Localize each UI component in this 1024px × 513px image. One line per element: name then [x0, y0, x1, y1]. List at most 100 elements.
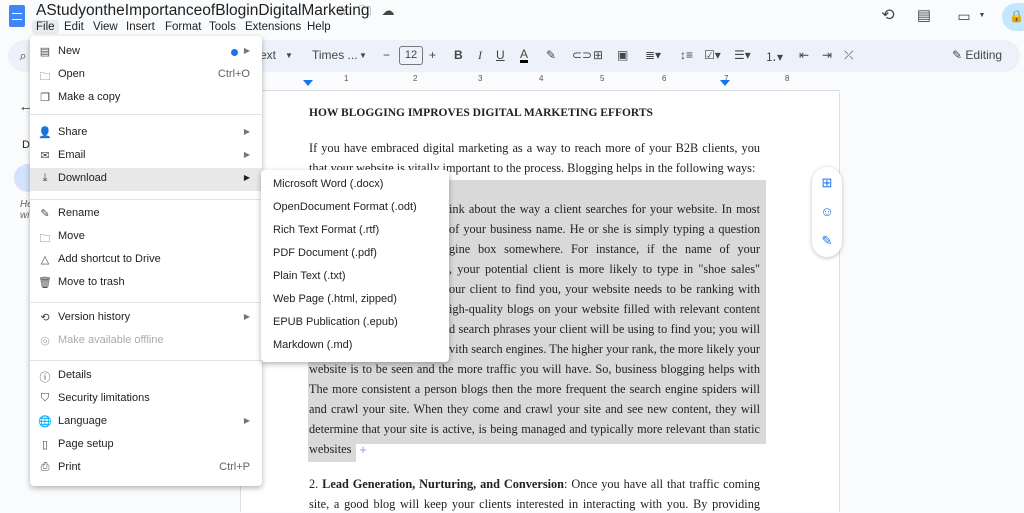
bold-icon[interactable]: B: [454, 48, 463, 62]
document-title[interactable]: AStudyontheImportanceofBloginDigitalMark…: [36, 2, 369, 20]
dropdown-arrow-icon[interactable]: ▼: [285, 51, 293, 60]
add-comment-icon[interactable]: ⊞: [819, 176, 835, 190]
submenu-arrow-icon: ▶: [243, 416, 250, 425]
menu-item-print[interactable]: ⎙ Print Ctrl+P: [30, 457, 262, 480]
chevron-down-icon[interactable]: ▼: [974, 9, 990, 23]
suggest-edits-icon[interactable]: ✎: [819, 234, 835, 248]
divider: [30, 302, 262, 303]
editing-mode-label: Editing: [965, 48, 1003, 62]
search-menus-icon[interactable]: ⌕: [15, 49, 31, 63]
align-icon[interactable]: ≣▾: [645, 48, 661, 62]
doc-line: If you have embraced digital marketing a…: [309, 141, 760, 157]
menu-label: Make a copy: [58, 91, 121, 103]
menu-view[interactable]: View: [89, 20, 122, 34]
download-md[interactable]: Markdown (.md): [273, 339, 352, 351]
divider: [30, 114, 262, 115]
meet-icon[interactable]: ▭: [956, 9, 972, 23]
download-html[interactable]: Web Page (.html, zipped): [273, 293, 397, 305]
menu-item-new[interactable]: ▤ New ▶: [30, 41, 262, 64]
menu-label: Language: [58, 415, 107, 427]
font-select[interactable]: Times ...: [312, 48, 358, 62]
font-size-input[interactable]: 12: [399, 46, 423, 65]
download-odt[interactable]: OpenDocument Format (.odt): [273, 201, 417, 213]
move-folder-icon: 🗀: [39, 233, 51, 245]
line-spacing-icon[interactable]: ↕≡: [680, 48, 693, 62]
menu-item-rename[interactable]: ✎ Rename: [30, 203, 262, 226]
doc-line: our client to find you, your website nee…: [449, 282, 760, 298]
menu-item-email[interactable]: ✉ Email ▶: [30, 145, 262, 168]
dropdown-arrow-icon[interactable]: ▼: [359, 51, 367, 60]
menu-file[interactable]: File: [32, 20, 59, 34]
download-epub[interactable]: EPUB Publication (.epub): [273, 316, 398, 328]
download-rtf[interactable]: Rich Text Format (.rtf): [273, 224, 379, 236]
ruler-mark: 3: [478, 74, 483, 83]
increase-font-size-button[interactable]: +: [429, 48, 436, 62]
menu-label: Security limitations: [58, 392, 150, 404]
menu-item-download[interactable]: ⤓ Download ▶: [30, 168, 262, 191]
italic-icon[interactable]: I: [478, 48, 482, 63]
move-folder-icon[interactable]: 🗀: [357, 4, 373, 18]
menu-label: Download: [58, 172, 107, 184]
download-txt[interactable]: Plain Text (.txt): [273, 270, 346, 282]
share-button[interactable]: 🔒: [1002, 3, 1024, 31]
style-select[interactable]: ext: [260, 48, 276, 62]
doc-line: site, a good blog will keep your clients…: [309, 497, 760, 513]
file-menu: ▤ New ▶ 🗀 Open Ctrl+O ❐ Make a copy 👤 Share ▶ ✉…: [30, 36, 262, 486]
comments-icon[interactable]: ▤: [916, 8, 932, 23]
menu-item-page-setup[interactable]: ▯ Page setup: [30, 434, 262, 457]
history-icon[interactable]: ⟲: [880, 8, 896, 24]
checklist-icon[interactable]: ☑▾: [704, 48, 721, 62]
menu-label: New: [58, 45, 81, 57]
decrease-font-size-button[interactable]: −: [383, 48, 390, 62]
doc-heading: HOW BLOGGING IMPROVES DIGITAL MARKETING …: [309, 107, 653, 119]
doc-line: websites: [309, 442, 352, 456]
menu-item-make-a-copy[interactable]: ❐ Make a copy: [30, 87, 262, 110]
menu-label: Share: [58, 126, 88, 138]
bullet-list-icon[interactable]: ☰▾: [734, 48, 751, 62]
rename-icon: ✎: [40, 208, 50, 220]
download-pdf[interactable]: PDF Document (.pdf): [273, 247, 377, 259]
menu-extensions[interactable]: Extensions: [241, 20, 305, 34]
menu-item-move[interactable]: 🗀 Move: [30, 226, 262, 249]
link-icon[interactable]: ⊂⊃: [572, 48, 592, 62]
menu-label: Add shortcut to Drive: [58, 253, 161, 265]
menu-item-details[interactable]: ⓘ Details: [30, 365, 262, 388]
submenu-arrow-icon: ▶: [243, 150, 250, 159]
menu-item-move-to-trash[interactable]: 🗑 Move to trash: [30, 272, 262, 295]
mail-icon: ✉: [40, 150, 50, 162]
download-docx[interactable]: Microsoft Word (.docx): [273, 178, 383, 190]
decrease-indent-icon[interactable]: ⇤: [799, 48, 809, 62]
plus-icon[interactable]: +: [355, 443, 371, 457]
highlight-icon[interactable]: ✎: [546, 48, 556, 62]
history-icon: ⟲: [40, 312, 50, 324]
menu-item-version-history[interactable]: ⟲ Version history ▶: [30, 307, 262, 330]
doc-line: d search phrases your client will be usi…: [449, 322, 760, 336]
cloud-status-icon[interactable]: ☁: [380, 4, 396, 18]
clear-formatting-icon[interactable]: ⤫: [844, 48, 854, 63]
shortcut: Ctrl+O: [217, 68, 250, 80]
underline-icon[interactable]: U: [496, 48, 505, 62]
menu-insert[interactable]: Insert: [122, 20, 159, 34]
star-icon[interactable]: ☆: [334, 4, 350, 18]
docs-logo[interactable]: [9, 5, 25, 27]
menu-edit[interactable]: Edit: [60, 20, 88, 34]
menu-item-add-shortcut[interactable]: △ Add shortcut to Drive: [30, 249, 262, 272]
menu-label: Page setup: [58, 438, 114, 450]
menu-format[interactable]: Format: [161, 20, 205, 34]
submenu-arrow-icon: ▶: [243, 46, 250, 55]
insert-image-icon[interactable]: ▣: [617, 48, 628, 62]
doc-line: website is to be seen and the more traff…: [309, 362, 760, 378]
add-comment-icon[interactable]: ⊞: [593, 48, 603, 62]
menu-item-language[interactable]: 🌐 Language ▶: [30, 411, 262, 434]
menu-tools[interactable]: Tools: [205, 20, 240, 34]
text-color-icon[interactable]: A: [520, 48, 529, 63]
emoji-icon[interactable]: ☺: [819, 205, 835, 219]
increase-indent-icon[interactable]: ⇥: [822, 48, 832, 62]
doc-line: ink about the way a client searches for …: [449, 202, 760, 218]
menu-item-open[interactable]: 🗀 Open Ctrl+O: [30, 64, 262, 87]
menu-help[interactable]: Help: [303, 20, 335, 34]
editing-mode-button[interactable]: ✎ Editing: [952, 48, 1002, 62]
menu-item-share[interactable]: 👤 Share ▶: [30, 122, 262, 145]
numbered-list-icon[interactable]: ⒈▾: [765, 48, 783, 65]
menu-item-security-limitations[interactable]: ⛉ Security limitations: [30, 388, 262, 411]
